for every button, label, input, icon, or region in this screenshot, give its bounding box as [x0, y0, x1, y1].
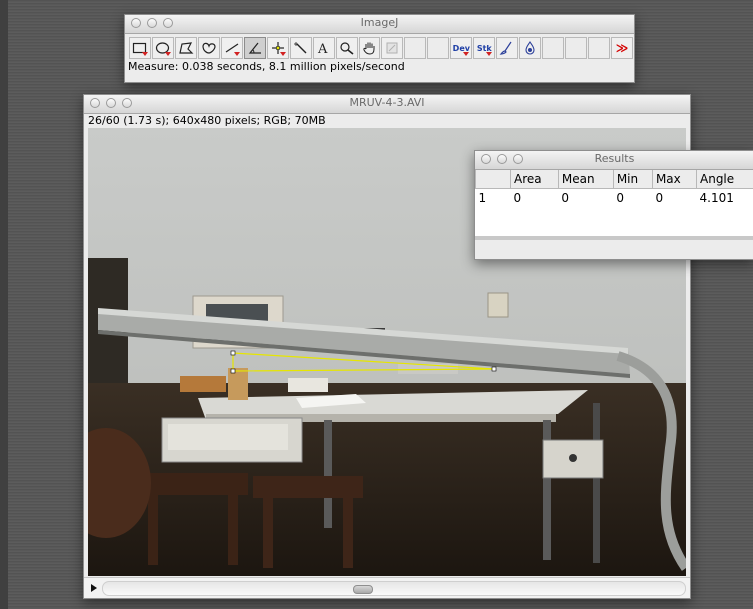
- dropper-tool-icon: [525, 41, 535, 55]
- empty-tool-slot[interactable]: [542, 37, 565, 59]
- text-tool-icon: A: [317, 42, 328, 55]
- polygon-tool-icon: [179, 42, 194, 54]
- empty-tool-slot[interactable]: [427, 37, 450, 59]
- point-tool-button[interactable]: [266, 37, 289, 59]
- magnifier-tool-button[interactable]: [335, 37, 358, 59]
- more-tools-icon: ≫: [615, 41, 629, 55]
- freehand-tool-button[interactable]: [197, 37, 220, 59]
- color-picker-tool-icon: [386, 42, 398, 54]
- imagej-titlebar[interactable]: ImageJ: [125, 15, 634, 34]
- results-window: Results Area Mean Min Max Angle 1 0 0 0: [474, 150, 753, 260]
- empty-tool-slot[interactable]: [565, 37, 588, 59]
- column-header[interactable]: [475, 170, 511, 189]
- line-tool-button[interactable]: [220, 37, 243, 59]
- frame-scrollbar[interactable]: [84, 577, 690, 598]
- table-cell: 1: [478, 190, 487, 205]
- hand-tool-button[interactable]: [358, 37, 381, 59]
- column-header[interactable]: Mean: [557, 170, 614, 189]
- empty-tool-slot[interactable]: [588, 37, 611, 59]
- svg-text:A: A: [317, 42, 328, 55]
- wand-tool-icon: [293, 42, 307, 54]
- table-cell: 4.101: [699, 190, 734, 205]
- results-table-area[interactable]: Area Mean Min Max Angle 1 0 0 0 0 4.101: [475, 170, 753, 240]
- more-tools-button[interactable]: ≫: [611, 37, 633, 59]
- rectangle-tool-button[interactable]: [129, 37, 151, 59]
- table-cell: 0: [513, 190, 522, 205]
- brush-tool-button[interactable]: [496, 37, 519, 59]
- column-header[interactable]: Angle: [696, 170, 753, 189]
- brush-tool-icon: [499, 41, 512, 55]
- wand-tool-button[interactable]: [289, 37, 312, 59]
- oval-tool-button[interactable]: [151, 37, 174, 59]
- results-header-row: Area Mean Min Max Angle: [475, 170, 753, 189]
- column-header[interactable]: Max: [651, 170, 698, 189]
- imagej-toolbar-window: ImageJ A Dev Stk ≫ Measure: 0.038 second…: [124, 14, 635, 83]
- results-title: Results: [594, 152, 635, 165]
- results-scrollbar[interactable]: [475, 236, 753, 240]
- desktop-edge: [0, 0, 8, 609]
- table-cell: 0: [616, 190, 624, 205]
- text-tool-button[interactable]: A: [312, 37, 335, 59]
- scroll-thumb[interactable]: [353, 585, 373, 594]
- hand-tool-icon: [362, 42, 374, 55]
- results-titlebar[interactable]: Results: [475, 151, 753, 170]
- angle-tool-icon: [248, 42, 261, 54]
- empty-tool-slot[interactable]: [404, 37, 427, 59]
- table-row[interactable]: 1 0 0 0 0 4.101: [476, 189, 753, 207]
- tool-bar: A Dev Stk ≫: [125, 34, 634, 59]
- table-cell: 0: [655, 190, 664, 205]
- freehand-tool-icon: [202, 42, 216, 54]
- column-header[interactable]: Min: [612, 170, 653, 189]
- image-title: MRUV-4-3.AVI: [349, 96, 425, 109]
- scroll-track[interactable]: [102, 581, 686, 596]
- table-cell: 0: [561, 190, 570, 205]
- angle-tool-button[interactable]: [243, 37, 266, 59]
- status-bar: Measure: 0.038 seconds, 8.1 million pixe…: [128, 60, 405, 73]
- stk-menu-button[interactable]: Stk: [473, 37, 496, 59]
- results-table[interactable]: Area Mean Min Max Angle 1 0 0 0 0 4.101: [475, 170, 753, 206]
- magnifier-tool-icon: [339, 42, 354, 55]
- color-picker-tool-button[interactable]: [381, 37, 404, 59]
- dropper-tool-button[interactable]: [519, 37, 542, 59]
- polygon-tool-button[interactable]: [174, 37, 197, 59]
- dev-menu-button[interactable]: Dev: [450, 37, 473, 59]
- imagej-title: ImageJ: [360, 16, 399, 29]
- column-header[interactable]: Area: [510, 170, 559, 189]
- image-info: 26/60 (1.73 s); 640x480 pixels; RGB; 70M…: [84, 114, 690, 128]
- image-titlebar[interactable]: MRUV-4-3.AVI: [84, 95, 690, 114]
- play-icon[interactable]: [91, 584, 97, 592]
